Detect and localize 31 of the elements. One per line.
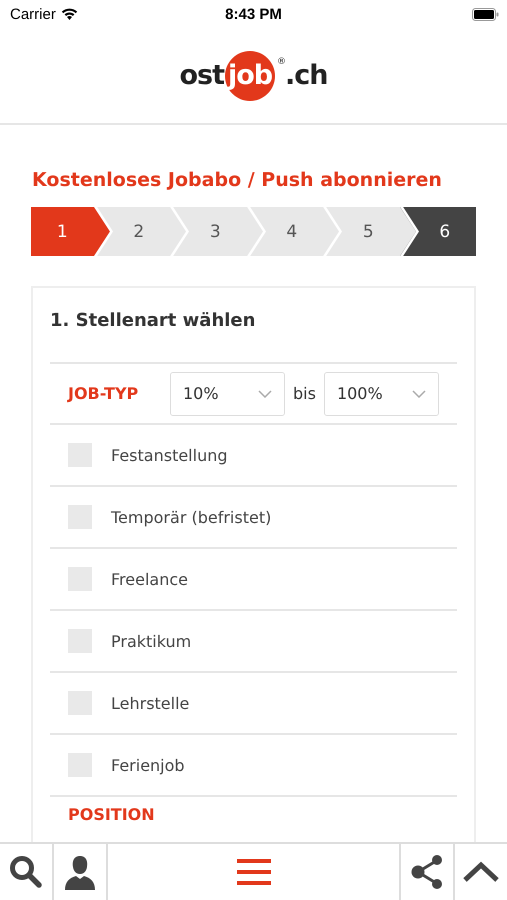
- menu-icon: [236, 858, 272, 886]
- step-tab[interactable]: 6: [400, 207, 476, 256]
- person-icon: [62, 854, 98, 890]
- option-label: Festanstellung: [111, 446, 228, 464]
- section-heading: 1. Stellenart wählen: [50, 310, 256, 333]
- step-tab[interactable]: 3: [170, 207, 246, 256]
- chevron-down-icon: [412, 390, 426, 398]
- site-logo[interactable]: ostjob ®.ch: [179, 50, 328, 100]
- option-label: Lehrstelle: [111, 694, 190, 712]
- step-tab[interactable]: 4: [246, 207, 323, 256]
- battery-icon: [472, 8, 499, 20]
- step-divider-icon: [400, 207, 418, 256]
- option-label: Temporär (befristet): [111, 508, 272, 526]
- share-icon: [409, 854, 445, 890]
- search-icon: [9, 855, 43, 889]
- chevron-down-icon: [258, 390, 272, 398]
- chevron-up-icon: [462, 860, 500, 884]
- page-title: Kostenloses Jobabo / Push abonnieren: [32, 168, 443, 192]
- option-label: Ferienjob: [111, 756, 185, 774]
- step-tab[interactable]: 2: [94, 207, 170, 256]
- section-label: POSITION: [68, 805, 156, 824]
- dropdown[interactable]: 10%: [170, 372, 285, 416]
- field-label: JOB-TYP: [68, 384, 140, 403]
- step-divider-icon: [94, 207, 112, 256]
- dropdown[interactable]: 100%: [324, 372, 439, 416]
- carrier-label: Carrier: [10, 6, 56, 22]
- option-label: Praktikum: [111, 632, 192, 650]
- clock: 8:43 PM: [225, 6, 282, 22]
- option-label: Freelance: [111, 570, 188, 588]
- wifi-icon: [60, 8, 78, 20]
- range-separator: bis: [293, 384, 316, 403]
